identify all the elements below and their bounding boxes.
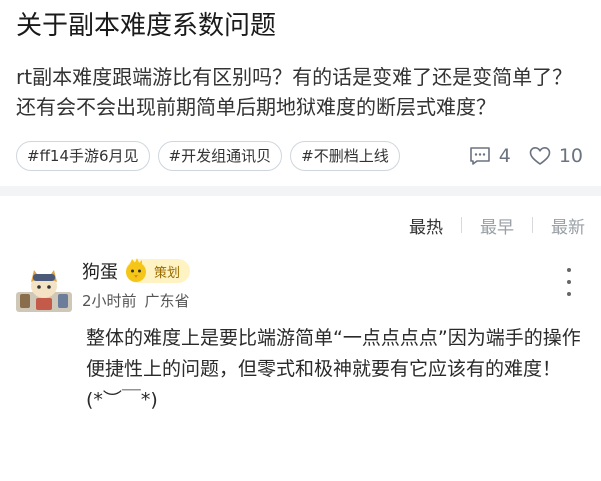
comment-author[interactable]: 狗蛋 (82, 258, 118, 284)
comment-header: 狗蛋 策划 (82, 254, 585, 284)
like-stat[interactable]: 10 (529, 145, 583, 167)
comment-stat[interactable]: 4 (469, 145, 511, 167)
sort-bar: 最热 最早 最新 (0, 196, 601, 254)
heart-icon (529, 146, 551, 166)
badge-label: 策划 (154, 265, 181, 281)
post-title: 关于副本难度系数问题 (16, 11, 277, 41)
comment-count: 4 (498, 145, 511, 167)
tag-ff14[interactable]: #ff14手游6月见 (16, 141, 150, 171)
tag-launch[interactable]: #不删档上线 (290, 141, 400, 171)
avatar[interactable] (14, 264, 74, 314)
sort-new[interactable]: 最新 (551, 213, 585, 238)
section-divider (0, 186, 601, 196)
more-vertical-icon[interactable] (565, 268, 573, 296)
chocobo-icon (122, 257, 150, 285)
post-body: rt副本难度跟端游比有区别吗？有的话是变难了还是变简单了？还有会不会出现前期简单… (16, 65, 573, 119)
post-meta: #ff14手游6月见 #开发组通讯贝 #不删档上线 4 10 (16, 140, 585, 172)
sort-hot[interactable]: 最热 (409, 213, 443, 238)
comment-icon (469, 146, 491, 166)
comment-meta: 2小时前 广东省 (82, 290, 585, 311)
comment-time: 2小时前 (82, 292, 137, 310)
sort-separator (532, 217, 533, 233)
post: 关于副本难度系数问题 rt副本难度跟端游比有区别吗？有的话是变难了还是变简单了？… (0, 0, 601, 172)
comment-item: 狗蛋 策划 2小时前 广东省 整体的难度上是要比端游简单“一点点点点”因为端手的… (0, 254, 601, 416)
comment-location: 广东省 (144, 292, 190, 310)
comment-text: 整体的难度上是要比端游简单“一点点点点”因为端手的操作便捷性上的问题，但零式和极… (86, 327, 581, 411)
tag-list: #ff14手游6月见 #开发组通讯贝 #不删档上线 (16, 141, 400, 171)
sort-separator (461, 217, 462, 233)
post-stats: 4 10 (469, 145, 583, 167)
role-badge: 策划 (126, 258, 191, 283)
like-count: 10 (558, 145, 583, 167)
tag-dev-comms[interactable]: #开发组通讯贝 (157, 141, 283, 171)
sort-early[interactable]: 最早 (480, 213, 514, 238)
